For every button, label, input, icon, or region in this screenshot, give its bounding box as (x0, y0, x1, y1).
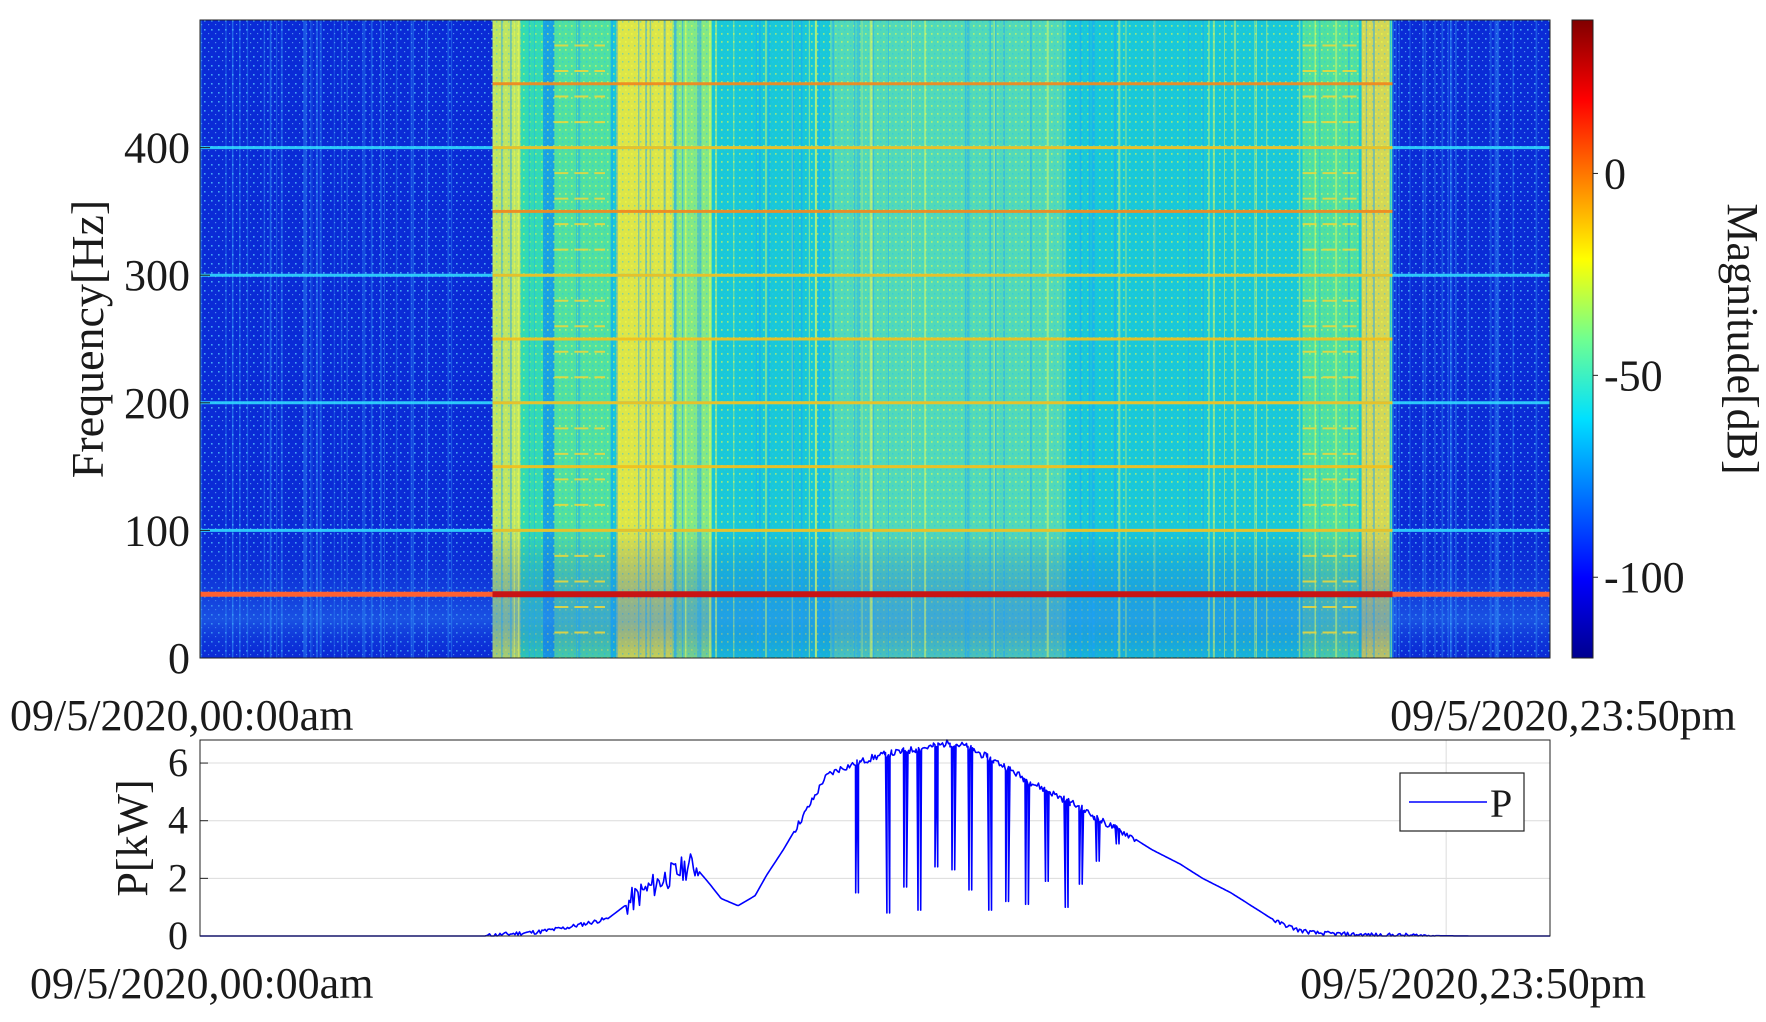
spectrogram-image (200, 20, 1550, 658)
colorbar-label: Magnitude[dB] (1718, 203, 1766, 474)
y-tick-label: 400 (124, 124, 190, 173)
power-plot-x-start-label: 09/5/2020,00:00am (30, 959, 373, 1008)
spectrogram-y-label: Frequency[Hz] (62, 200, 113, 478)
colorbar-tick-label: -50 (1604, 351, 1663, 400)
y-tick-label: 2 (168, 855, 188, 900)
spectrogram-panel: 0 100 200 300 400 Frequency[Hz] 09/5/2020,00… (10, 19, 1736, 740)
y-tick-label: 4 (168, 798, 188, 843)
legend: P (1399, 772, 1525, 832)
colorbar-ticks: 0 -50 -100 (1593, 149, 1685, 602)
colorbar: 0 -50 -100 Magnitude[dB] (1571, 19, 1766, 659)
spectrogram-x-end-label: 09/5/2020,23:50pm (1390, 691, 1736, 740)
power-plot-panel: 0 2 4 6 P[kW] P 09/5/2020,00:00am 09/5/2020… (30, 739, 1646, 1008)
y-tick-label: 0 (168, 913, 188, 958)
power-plot-y-label: P[kW] (108, 779, 157, 896)
y-tick-label: 6 (168, 740, 188, 785)
spectrogram-x-start-label: 09/5/2020,00:00am (10, 691, 353, 740)
y-tick-label: 200 (124, 379, 190, 428)
legend-label-p: P (1490, 781, 1512, 826)
y-tick-label: 0 (168, 634, 190, 683)
figure: 0100200300400 Frequency[Hz] 09/5/2020,00… (10, 19, 1766, 1008)
y-tick-label: 300 (124, 251, 190, 300)
spectrogram-y-axis: 0 100 200 300 400 (124, 124, 210, 683)
power-plot-x-end-label: 09/5/2020,23:50pm (1300, 959, 1646, 1008)
y-tick-label: 100 (124, 506, 190, 555)
colorbar-tick-label: 0 (1604, 149, 1626, 198)
colorbar-tick-label: -100 (1604, 553, 1685, 602)
colorbar-scale (1571, 19, 1594, 659)
power-plot-area (200, 740, 1550, 936)
